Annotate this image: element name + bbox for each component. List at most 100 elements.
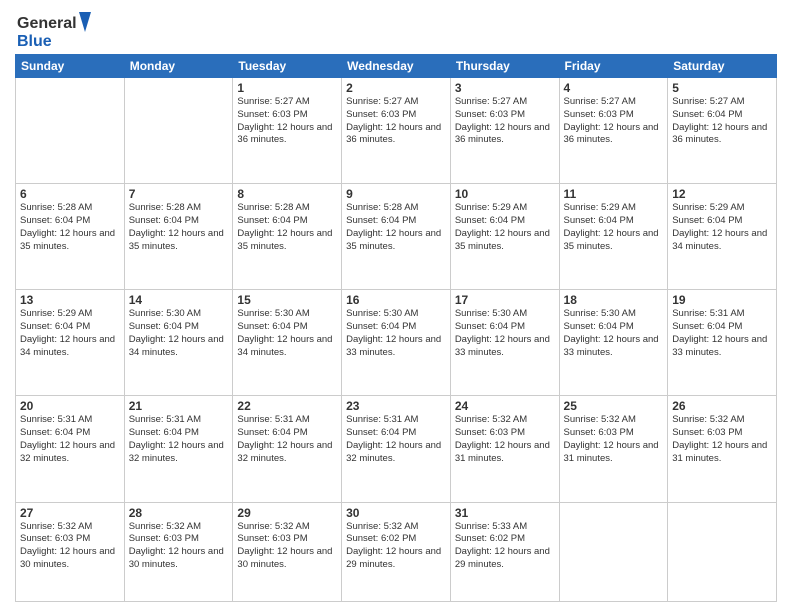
calendar-day-cell: 25Sunrise: 5:32 AMSunset: 6:03 PMDayligh… xyxy=(559,396,668,502)
calendar-day-cell: 2Sunrise: 5:27 AMSunset: 6:03 PMDaylight… xyxy=(342,78,451,184)
day-details: Sunrise: 5:28 AMSunset: 6:04 PMDaylight:… xyxy=(129,202,229,253)
calendar-day-cell xyxy=(124,78,233,184)
calendar-day-cell: 21Sunrise: 5:31 AMSunset: 6:04 PMDayligh… xyxy=(124,396,233,502)
calendar-header-row: SundayMondayTuesdayWednesdayThursdayFrid… xyxy=(16,55,777,78)
day-details: Sunrise: 5:31 AMSunset: 6:04 PMDaylight:… xyxy=(672,308,772,359)
day-details: Sunrise: 5:32 AMSunset: 6:03 PMDaylight:… xyxy=(564,414,664,465)
day-details: Sunrise: 5:31 AMSunset: 6:04 PMDaylight:… xyxy=(20,414,120,465)
day-details: Sunrise: 5:32 AMSunset: 6:03 PMDaylight:… xyxy=(672,414,772,465)
day-details: Sunrise: 5:31 AMSunset: 6:04 PMDaylight:… xyxy=(129,414,229,465)
day-number: 5 xyxy=(672,81,772,95)
calendar-day-cell: 18Sunrise: 5:30 AMSunset: 6:04 PMDayligh… xyxy=(559,290,668,396)
calendar-day-cell: 27Sunrise: 5:32 AMSunset: 6:03 PMDayligh… xyxy=(16,502,125,602)
day-number: 24 xyxy=(455,399,555,413)
day-number: 26 xyxy=(672,399,772,413)
day-number: 12 xyxy=(672,187,772,201)
calendar-day-cell: 16Sunrise: 5:30 AMSunset: 6:04 PMDayligh… xyxy=(342,290,451,396)
logo-icon: GeneralBlue xyxy=(15,10,95,50)
day-details: Sunrise: 5:31 AMSunset: 6:04 PMDaylight:… xyxy=(346,414,446,465)
day-details: Sunrise: 5:27 AMSunset: 6:04 PMDaylight:… xyxy=(672,96,772,147)
day-details: Sunrise: 5:29 AMSunset: 6:04 PMDaylight:… xyxy=(672,202,772,253)
calendar-day-cell xyxy=(16,78,125,184)
day-number: 18 xyxy=(564,293,664,307)
day-number: 27 xyxy=(20,506,120,520)
calendar-day-cell: 17Sunrise: 5:30 AMSunset: 6:04 PMDayligh… xyxy=(450,290,559,396)
day-number: 31 xyxy=(455,506,555,520)
calendar-header-cell: Monday xyxy=(124,55,233,78)
calendar-day-cell: 24Sunrise: 5:32 AMSunset: 6:03 PMDayligh… xyxy=(450,396,559,502)
day-number: 2 xyxy=(346,81,446,95)
day-number: 9 xyxy=(346,187,446,201)
day-number: 7 xyxy=(129,187,229,201)
calendar-day-cell: 29Sunrise: 5:32 AMSunset: 6:03 PMDayligh… xyxy=(233,502,342,602)
calendar-day-cell: 26Sunrise: 5:32 AMSunset: 6:03 PMDayligh… xyxy=(668,396,777,502)
day-details: Sunrise: 5:28 AMSunset: 6:04 PMDaylight:… xyxy=(20,202,120,253)
day-number: 19 xyxy=(672,293,772,307)
day-details: Sunrise: 5:27 AMSunset: 6:03 PMDaylight:… xyxy=(455,96,555,147)
day-number: 1 xyxy=(237,81,337,95)
day-details: Sunrise: 5:32 AMSunset: 6:03 PMDaylight:… xyxy=(20,521,120,572)
day-number: 11 xyxy=(564,187,664,201)
day-details: Sunrise: 5:32 AMSunset: 6:02 PMDaylight:… xyxy=(346,521,446,572)
day-details: Sunrise: 5:27 AMSunset: 6:03 PMDaylight:… xyxy=(564,96,664,147)
day-details: Sunrise: 5:30 AMSunset: 6:04 PMDaylight:… xyxy=(455,308,555,359)
calendar-day-cell: 11Sunrise: 5:29 AMSunset: 6:04 PMDayligh… xyxy=(559,184,668,290)
day-details: Sunrise: 5:27 AMSunset: 6:03 PMDaylight:… xyxy=(346,96,446,147)
day-details: Sunrise: 5:32 AMSunset: 6:03 PMDaylight:… xyxy=(455,414,555,465)
calendar-day-cell: 8Sunrise: 5:28 AMSunset: 6:04 PMDaylight… xyxy=(233,184,342,290)
calendar-header-cell: Thursday xyxy=(450,55,559,78)
calendar-header-cell: Sunday xyxy=(16,55,125,78)
calendar-day-cell: 14Sunrise: 5:30 AMSunset: 6:04 PMDayligh… xyxy=(124,290,233,396)
day-number: 28 xyxy=(129,506,229,520)
logo: GeneralBlue xyxy=(15,10,95,50)
day-number: 3 xyxy=(455,81,555,95)
calendar-day-cell: 7Sunrise: 5:28 AMSunset: 6:04 PMDaylight… xyxy=(124,184,233,290)
day-details: Sunrise: 5:28 AMSunset: 6:04 PMDaylight:… xyxy=(237,202,337,253)
calendar-day-cell: 6Sunrise: 5:28 AMSunset: 6:04 PMDaylight… xyxy=(16,184,125,290)
calendar-week-row: 20Sunrise: 5:31 AMSunset: 6:04 PMDayligh… xyxy=(16,396,777,502)
calendar-day-cell: 30Sunrise: 5:32 AMSunset: 6:02 PMDayligh… xyxy=(342,502,451,602)
day-number: 22 xyxy=(237,399,337,413)
day-details: Sunrise: 5:27 AMSunset: 6:03 PMDaylight:… xyxy=(237,96,337,147)
svg-text:Blue: Blue xyxy=(17,33,52,50)
header: GeneralBlue xyxy=(15,10,777,50)
day-number: 4 xyxy=(564,81,664,95)
day-number: 30 xyxy=(346,506,446,520)
day-details: Sunrise: 5:29 AMSunset: 6:04 PMDaylight:… xyxy=(20,308,120,359)
day-number: 10 xyxy=(455,187,555,201)
calendar-week-row: 13Sunrise: 5:29 AMSunset: 6:04 PMDayligh… xyxy=(16,290,777,396)
calendar-day-cell: 20Sunrise: 5:31 AMSunset: 6:04 PMDayligh… xyxy=(16,396,125,502)
calendar-day-cell xyxy=(559,502,668,602)
calendar-header-cell: Wednesday xyxy=(342,55,451,78)
day-number: 14 xyxy=(129,293,229,307)
calendar-day-cell: 22Sunrise: 5:31 AMSunset: 6:04 PMDayligh… xyxy=(233,396,342,502)
day-details: Sunrise: 5:30 AMSunset: 6:04 PMDaylight:… xyxy=(346,308,446,359)
calendar-header-cell: Tuesday xyxy=(233,55,342,78)
calendar-day-cell: 1Sunrise: 5:27 AMSunset: 6:03 PMDaylight… xyxy=(233,78,342,184)
calendar-header-cell: Saturday xyxy=(668,55,777,78)
day-number: 15 xyxy=(237,293,337,307)
calendar-week-row: 1Sunrise: 5:27 AMSunset: 6:03 PMDaylight… xyxy=(16,78,777,184)
day-details: Sunrise: 5:33 AMSunset: 6:02 PMDaylight:… xyxy=(455,521,555,572)
calendar-day-cell: 9Sunrise: 5:28 AMSunset: 6:04 PMDaylight… xyxy=(342,184,451,290)
day-number: 16 xyxy=(346,293,446,307)
day-number: 23 xyxy=(346,399,446,413)
calendar-header-cell: Friday xyxy=(559,55,668,78)
day-details: Sunrise: 5:32 AMSunset: 6:03 PMDaylight:… xyxy=(237,521,337,572)
svg-text:General: General xyxy=(17,15,77,32)
day-number: 20 xyxy=(20,399,120,413)
calendar-day-cell: 15Sunrise: 5:30 AMSunset: 6:04 PMDayligh… xyxy=(233,290,342,396)
calendar-day-cell xyxy=(668,502,777,602)
day-details: Sunrise: 5:29 AMSunset: 6:04 PMDaylight:… xyxy=(564,202,664,253)
day-number: 13 xyxy=(20,293,120,307)
calendar-day-cell: 19Sunrise: 5:31 AMSunset: 6:04 PMDayligh… xyxy=(668,290,777,396)
calendar-table: SundayMondayTuesdayWednesdayThursdayFrid… xyxy=(15,54,777,602)
calendar-day-cell: 12Sunrise: 5:29 AMSunset: 6:04 PMDayligh… xyxy=(668,184,777,290)
calendar-week-row: 27Sunrise: 5:32 AMSunset: 6:03 PMDayligh… xyxy=(16,502,777,602)
day-details: Sunrise: 5:30 AMSunset: 6:04 PMDaylight:… xyxy=(564,308,664,359)
day-details: Sunrise: 5:30 AMSunset: 6:04 PMDaylight:… xyxy=(129,308,229,359)
day-number: 6 xyxy=(20,187,120,201)
calendar-day-cell: 4Sunrise: 5:27 AMSunset: 6:03 PMDaylight… xyxy=(559,78,668,184)
day-details: Sunrise: 5:28 AMSunset: 6:04 PMDaylight:… xyxy=(346,202,446,253)
day-details: Sunrise: 5:29 AMSunset: 6:04 PMDaylight:… xyxy=(455,202,555,253)
